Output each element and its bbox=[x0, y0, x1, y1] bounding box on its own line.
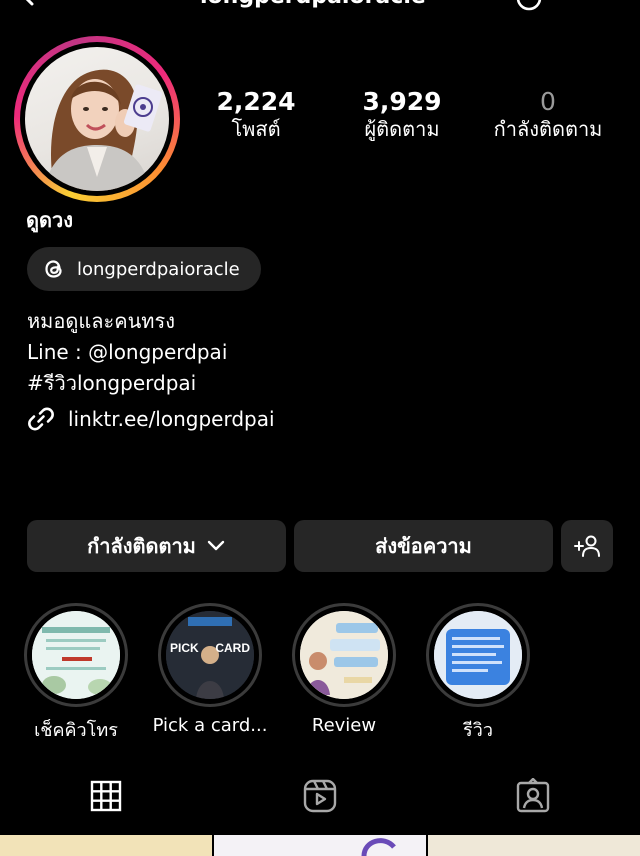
threads-icon[interactable] bbox=[515, 0, 543, 12]
add-person-icon bbox=[574, 535, 600, 557]
chevron-down-icon bbox=[207, 540, 225, 551]
highlight-cover: PICK CARD bbox=[166, 611, 254, 699]
link-icon bbox=[28, 407, 54, 431]
message-button[interactable]: ส่งข้อความ bbox=[294, 520, 553, 572]
card-text: CARD bbox=[215, 641, 251, 655]
bio-link[interactable]: linktr.ee/longperdpai bbox=[26, 404, 275, 434]
post-thumbnail[interactable] bbox=[0, 835, 212, 856]
threads-badge[interactable]: longperdpaioracle bbox=[27, 247, 261, 291]
highlight-label: Review bbox=[311, 715, 377, 736]
following-button[interactable]: กำลังติดตาม bbox=[27, 520, 286, 572]
chevron-left-icon[interactable] bbox=[18, 0, 38, 6]
posts-count: 2,224 bbox=[216, 87, 296, 116]
display-name: ดูดวง bbox=[26, 208, 73, 232]
highlight-ring bbox=[24, 603, 128, 707]
bio: หมอดูและคนทรง Line : @longperdpai #รีวิว… bbox=[27, 306, 227, 399]
bio-line: Line : @longperdpai bbox=[27, 340, 228, 364]
highlight-label: รีวิว bbox=[463, 720, 493, 741]
highlight-cover bbox=[300, 611, 388, 699]
posts-label: โพสต์ bbox=[231, 117, 281, 141]
highlight-label: เช็คคิวโทร bbox=[34, 720, 118, 741]
suggest-people-button[interactable] bbox=[561, 520, 613, 572]
highlight-item[interactable]: รีวิว bbox=[426, 603, 530, 741]
top-bar: longperdpaioracle bbox=[0, 0, 640, 18]
highlight-item[interactable]: เช็คคิวโทร bbox=[24, 603, 128, 741]
following-count: 0 bbox=[540, 87, 556, 116]
highlight-ring: PICK CARD bbox=[158, 603, 262, 707]
bio-line[interactable]: #รีวิวlongperdpai bbox=[27, 368, 227, 399]
profile-username: longperdpaioracle bbox=[200, 0, 426, 9]
followers-stat[interactable]: 3,929 ผู้ติดตาม bbox=[350, 88, 454, 142]
link-text: linktr.ee/longperdpai bbox=[68, 407, 275, 431]
highlight-ring bbox=[292, 603, 396, 707]
post-thumbnail[interactable] bbox=[428, 835, 640, 856]
highlight-cover bbox=[32, 611, 120, 699]
following-button-label: กำลังติดตาม bbox=[87, 534, 196, 558]
post-thumbnail[interactable] bbox=[214, 835, 426, 856]
avatar-story-ring[interactable] bbox=[14, 36, 180, 202]
followers-label: ผู้ติดตาม bbox=[364, 117, 440, 141]
highlight-item[interactable]: Review bbox=[292, 603, 396, 736]
followers-count: 3,929 bbox=[362, 87, 442, 116]
pick-text: PICK bbox=[169, 641, 199, 655]
highlight-label: Pick a card... bbox=[152, 715, 268, 736]
posts-stat[interactable]: 2,224 โพสต์ bbox=[210, 88, 302, 142]
reels-icon[interactable] bbox=[302, 778, 338, 814]
bio-line: หมอดูและคนทรง bbox=[27, 309, 175, 333]
highlight-ring bbox=[426, 603, 530, 707]
posts-grid bbox=[0, 835, 640, 856]
highlight-cover bbox=[434, 611, 522, 699]
following-stat[interactable]: 0 กำลังติดตาม bbox=[484, 88, 612, 142]
highlight-item[interactable]: PICK CARD Pick a card... bbox=[153, 603, 267, 736]
tagged-icon[interactable] bbox=[515, 778, 551, 814]
avatar-border bbox=[20, 42, 174, 196]
grid-icon[interactable] bbox=[88, 778, 124, 814]
threads-handle: longperdpaioracle bbox=[77, 258, 240, 280]
message-button-label: ส่งข้อความ bbox=[375, 534, 472, 558]
profile-tabs bbox=[0, 778, 640, 824]
threads-icon bbox=[45, 260, 62, 278]
following-label: กำลังติดตาม bbox=[493, 117, 603, 141]
avatar bbox=[25, 47, 169, 191]
